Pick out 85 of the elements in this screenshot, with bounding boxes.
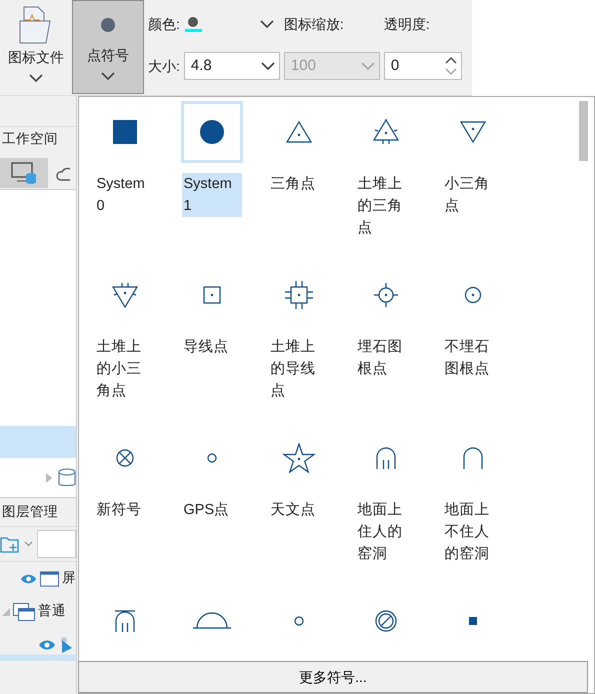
- new-folder-icon[interactable]: [0, 535, 20, 553]
- square-icon: [112, 120, 136, 144]
- circle-icon: [294, 616, 304, 626]
- expand-arrow-icon[interactable]: [46, 472, 52, 482]
- arch-icon: [114, 610, 134, 632]
- scale-dropdown: 100: [284, 52, 380, 80]
- symbol-label: 导线点: [182, 338, 230, 357]
- collapse-arrow-icon[interactable]: [2, 608, 10, 616]
- symbol-label: GPS点: [182, 501, 230, 520]
- star-icon: [282, 443, 314, 473]
- window-icon: [40, 570, 59, 586]
- caret-icon: [101, 72, 115, 81]
- search-field[interactable]: [37, 530, 76, 558]
- size-dropdown[interactable]: 4.8: [184, 52, 280, 80]
- more-symbols-button[interactable]: 更多符号...: [78, 661, 588, 693]
- color-label: 颜色:: [148, 14, 180, 34]
- point-symbol-button[interactable]: 点符号: [72, 0, 144, 94]
- layer-name[interactable]: 普通: [38, 601, 66, 622]
- circle-icon: [200, 120, 224, 144]
- caret-icon: [29, 74, 43, 83]
- triangle-icon: [460, 121, 486, 143]
- opacity-spinbox[interactable]: 0: [384, 52, 462, 80]
- crosshair-icon: [374, 283, 398, 307]
- symbol-item[interactable]: 地面上不住人的窑洞: [429, 423, 516, 586]
- symbol-item[interactable]: 新符号: [81, 423, 168, 586]
- caret-icon[interactable]: [24, 541, 33, 547]
- pointer-icon: [60, 636, 74, 654]
- caret-icon: [260, 62, 275, 70]
- triangle-icon: [372, 119, 398, 145]
- symbol-item[interactable]: System 1: [168, 97, 255, 260]
- dot-icon: [100, 17, 116, 33]
- symbol-item[interactable]: 导线点: [168, 260, 255, 423]
- symbol-label: System 0: [96, 175, 146, 216]
- caret-icon: [260, 20, 274, 28]
- panel-title: 工作空间: [0, 126, 76, 156]
- symbol-item[interactable]: System 0: [81, 97, 168, 260]
- symbol-item[interactable]: 土堆上的导线点: [255, 260, 342, 423]
- triangle-icon: [286, 121, 312, 143]
- symbol-label: 土堆上的导线点: [270, 338, 316, 401]
- size-label: 大小:: [148, 56, 180, 76]
- circle-icon: [206, 453, 216, 463]
- slash-circle-icon: [374, 610, 396, 632]
- eye-icon[interactable]: [20, 572, 38, 584]
- symbol-label: System 1: [182, 173, 242, 217]
- opacity-label: 透明度:: [384, 14, 431, 34]
- symbol-label: 小三角点: [444, 175, 490, 216]
- symbol-label: 新符号: [96, 500, 142, 520]
- symbol-item[interactable]: 小三角点: [429, 97, 516, 260]
- symbol-label: 地面上住人的窑洞: [356, 501, 404, 564]
- symbol-label: 埋石图根点: [356, 338, 404, 379]
- symbol-label: 三角点: [270, 175, 316, 194]
- symbol-item[interactable]: 土堆上的小三角点: [81, 260, 168, 423]
- symbol-item[interactable]: GPS点: [168, 423, 255, 586]
- icon-scale-label: 图标缩放:: [284, 14, 345, 34]
- symbol-item[interactable]: 三角点: [255, 97, 342, 260]
- symbol-item[interactable]: 埋石图根点: [342, 260, 429, 423]
- symbol-label: 不埋石图根点: [444, 338, 490, 379]
- symbol-label: 地面上不住人的窑洞: [444, 501, 490, 564]
- database-icon: [58, 468, 76, 488]
- symbol-label: 土堆上的小三角点: [96, 338, 142, 401]
- symbol-item[interactable]: 地面上住人的窑洞: [342, 423, 429, 586]
- color-swatch-icon: [184, 16, 204, 32]
- triangle-icon: [112, 282, 138, 308]
- square-icon: [468, 617, 476, 625]
- arch-icon: [376, 447, 396, 469]
- symbol-label: 土堆上的三角点: [356, 175, 404, 238]
- symbol-item[interactable]: 土堆上的三角点: [342, 97, 429, 260]
- symbol-item[interactable]: 不埋石图根点: [429, 260, 516, 423]
- square-icon: [284, 281, 312, 309]
- local-tab[interactable]: [0, 158, 48, 188]
- arch-icon: [462, 447, 482, 469]
- circle-icon: [464, 286, 482, 304]
- layers-window-icon: [13, 602, 35, 620]
- dome-icon: [192, 613, 230, 629]
- x-circle-icon: [116, 449, 134, 467]
- square-icon: [202, 286, 220, 304]
- panel-title: 图层管理: [1, 503, 59, 521]
- symbol-label: 天文点: [270, 501, 316, 520]
- symbol-item[interactable]: 天文点: [255, 423, 342, 586]
- computer-database-icon: [11, 162, 37, 184]
- scrollbar-thumb[interactable]: [579, 101, 588, 161]
- layer-name[interactable]: 屏: [62, 568, 76, 589]
- eye-icon[interactable]: [38, 638, 56, 650]
- icon-file-button[interactable]: 图标文件: [0, 0, 72, 94]
- caret-icon: [360, 62, 375, 70]
